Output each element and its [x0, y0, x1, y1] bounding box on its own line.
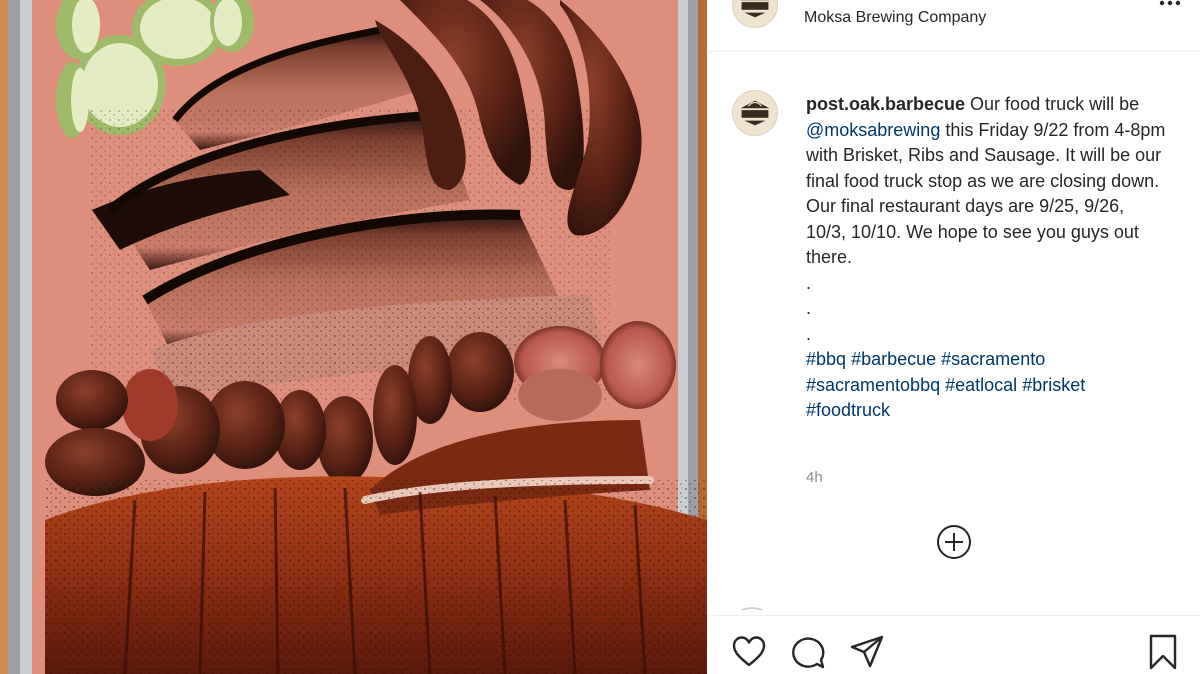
caption-avatar[interactable] — [732, 90, 778, 136]
hashtag-link[interactable]: #sacramento — [941, 349, 1045, 369]
post-location[interactable]: Moksa Brewing Company — [804, 9, 986, 27]
caption-text-2: this Friday 9/22 from 4-8pm with Brisket… — [806, 119, 1166, 268]
post-caption: post.oak.barbecue Our food truck will be… — [806, 92, 1166, 424]
post-sidebar: Moksa Brewing Company post.oak.barbecue … — [707, 0, 1200, 674]
post-oak-logo-icon — [733, 91, 777, 135]
plus-circle-icon[interactable] — [936, 524, 972, 560]
account-avatar[interactable] — [732, 0, 778, 28]
hashtag-link[interactable]: #brisket — [1022, 375, 1085, 395]
caption-username[interactable]: post.oak.barbecue — [806, 94, 965, 114]
hashtag-link[interactable]: #sacramentobbq — [806, 375, 940, 395]
more-horizontal-icon[interactable] — [1158, 0, 1182, 10]
caption-text-1: Our food truck will be — [965, 94, 1140, 114]
hashtag-link[interactable]: #bbq — [806, 349, 846, 369]
paper-plane-icon — [850, 635, 884, 668]
comment-button[interactable] — [790, 634, 826, 670]
like-button[interactable] — [731, 634, 767, 670]
heart-icon — [732, 636, 766, 667]
post-oak-logo-icon — [733, 0, 777, 27]
hashtag-link[interactable]: #barbecue — [851, 349, 936, 369]
caption-dot: . — [806, 298, 812, 318]
next-comment-avatar-edge — [741, 607, 763, 610]
bbq-tray-image — [0, 0, 707, 674]
bookmark-icon — [1149, 634, 1177, 670]
post-header: Moksa Brewing Company — [707, 0, 1200, 52]
caption-mention[interactable]: @moksabrewing — [806, 120, 940, 140]
post-action-bar — [707, 615, 1200, 674]
comment-bubble-icon — [792, 637, 825, 669]
save-button[interactable] — [1145, 634, 1181, 670]
hashtag-link[interactable]: #eatlocal — [945, 375, 1017, 395]
hashtag-link[interactable]: #foodtruck — [806, 400, 890, 420]
caption-dot: . — [806, 272, 812, 293]
share-button[interactable] — [849, 634, 885, 670]
caption-dot: . — [806, 323, 812, 344]
caption-timestamp[interactable]: 4h — [806, 469, 823, 486]
post-photo[interactable] — [0, 0, 707, 674]
